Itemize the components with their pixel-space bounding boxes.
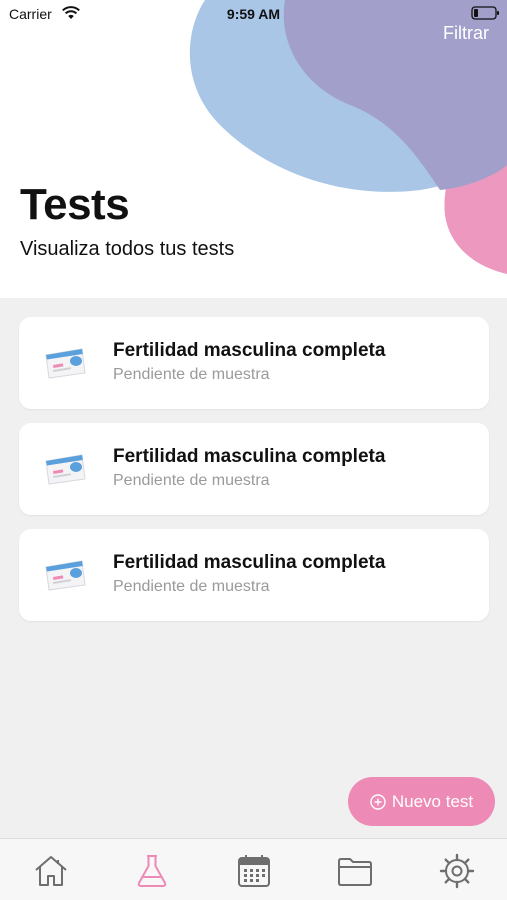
header: Carrier 9:59 AM Filtrar Tests Visualiza … [0,0,507,298]
new-test-label: Nuevo test [391,791,474,811]
page-subtitle: Visualiza todos tus tests [20,238,235,260]
battery-icon [471,6,499,20]
test-card[interactable]: Fertilidad masculina completa Pendiente … [19,423,489,515]
test-name: Fertilidad masculina completa [113,552,386,573]
filter-button[interactable]: Filtrar [443,23,489,44]
status-time: 9:59 AM [226,6,281,22]
home-icon[interactable] [31,851,71,891]
test-kit-icon [45,348,86,379]
test-status: Pendiente de muestra [113,366,270,383]
test-kit-icon [45,454,86,485]
calendar-icon[interactable] [234,851,274,891]
tests-list: Fertilidad masculina completa Pendiente … [19,317,489,635]
tab-bar [0,838,507,900]
test-status: Pendiente de muestra [113,472,270,489]
test-name: Fertilidad masculina completa [113,446,386,467]
test-name: Fertilidad masculina completa [113,340,386,361]
flask-icon[interactable] [132,851,172,891]
status-bar: Carrier 9:59 AM [0,0,507,28]
gear-icon[interactable] [437,851,477,891]
folder-icon[interactable] [335,851,375,891]
test-status: Pendiente de muestra [113,578,270,595]
test-card[interactable]: Fertilidad masculina completa Pendiente … [19,529,489,621]
new-test-button[interactable]: Nuevo test [348,777,495,826]
plus-circle-icon [370,793,386,810]
test-kit-icon [45,560,86,591]
test-card[interactable]: Fertilidad masculina completa Pendiente … [19,317,489,409]
page-title: Tests [20,180,130,229]
